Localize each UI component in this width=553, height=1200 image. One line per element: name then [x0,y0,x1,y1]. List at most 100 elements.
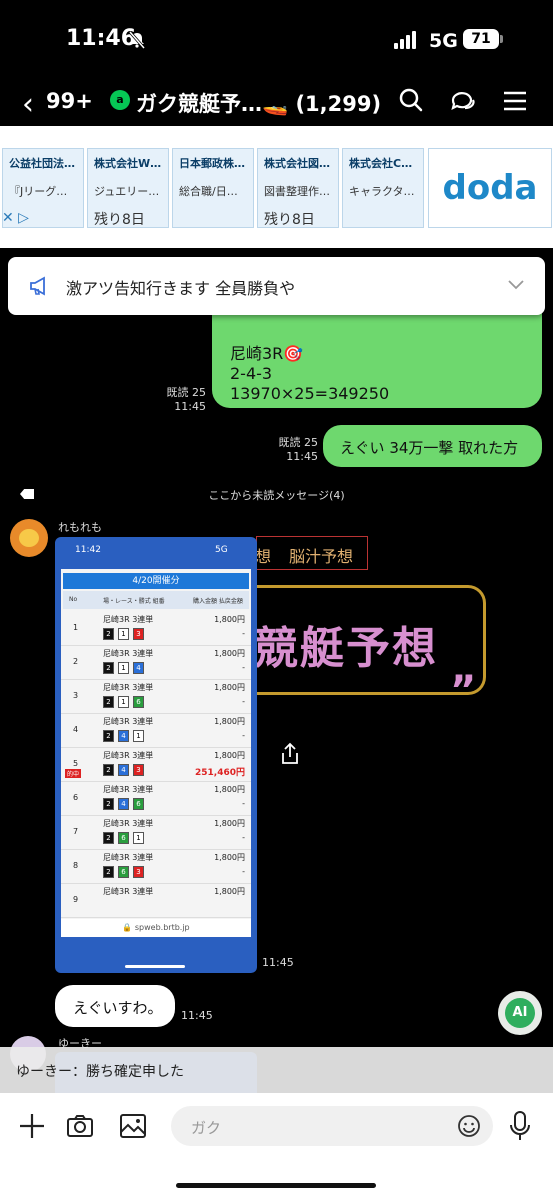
table-row: 5 的中 尼崎3R 3連単 2 4 3 1,800円 251,460円 [61,747,251,782]
boat-number-badge: 3 [133,628,144,640]
share-icon[interactable] [279,742,301,766]
row-amount: 1,800円 [214,683,245,692]
row-amount: 1,800円 [214,649,245,658]
shot-url: spweb.brtb.jp [134,923,190,932]
row-combo: 243 [103,764,148,776]
microphone-icon[interactable] [508,1110,532,1142]
row-combo: 213 [103,628,148,640]
table-row: 6 尼崎3R 3連単 2 4 6 1,800円 - [61,781,251,816]
row-combo: 261 [103,832,148,844]
search-icon[interactable] [396,86,426,116]
chat-bubbles-icon[interactable] [448,86,478,116]
preview-text: ゆーきー：勝ち確定申した [16,1064,184,1080]
hit-badge: 的中 [65,769,82,778]
ad-card[interactable]: 株式会社C… キャラクタ… [342,148,424,228]
boat-number-badge: 2 [103,764,114,776]
menu-icon[interactable] [500,86,530,116]
row-race: 尼崎3R 3連単 [103,853,154,862]
row-no: 1 [73,623,79,632]
battery-tip [500,35,503,43]
chat-title[interactable]: ガク競艇予…🚤 (1,299) [136,88,381,118]
message-time: 11:45 [174,400,206,413]
table-row: 7 尼崎3R 3連単 2 6 1 1,800円 - [61,815,251,850]
back-chevron-icon[interactable]: ‹ [22,87,34,122]
ad-deadline: 残り8日 [94,212,145,228]
ad-company: 日本郵政株… [179,157,245,170]
ad-card[interactable]: 日本郵政株… 総合職/日… [172,148,254,228]
message-time: 11:45 [286,450,318,463]
row-amount: 1,800円 [214,785,245,794]
table-row: 8 尼崎3R 3連単 2 6 3 1,800円 - [61,849,251,884]
table-header: 4/20開催分 [63,573,249,589]
row-race: 尼崎3R 3連単 [103,717,154,726]
table-row: 1 尼崎3R 3連単 2 1 3 1,800円 - [61,611,251,646]
message-input[interactable]: ガク [171,1106,493,1146]
message-bubble-outgoing[interactable]: えぐい 34万一撃 取れた方 [323,425,542,467]
row-race: 尼崎3R 3連単 [103,887,154,896]
message-text: えぐいすわ。 [73,999,163,1017]
ad-card[interactable]: 株式会社W… ジュエリー… 残り8日 [87,148,169,228]
image-icon[interactable] [119,1112,147,1140]
ad-deadline: 残り8日 [264,212,315,228]
ai-button[interactable]: AI [498,991,542,1035]
ad-card[interactable]: 株式会社図… 図書整理作… 残り8日 [257,148,339,228]
signal-icon [394,30,418,49]
avatar[interactable] [10,519,48,557]
unread-count[interactable]: 99+ [46,89,93,113]
quote-mark: ” [450,668,477,714]
row-payout: - [242,833,245,842]
camera-icon[interactable] [66,1112,94,1140]
chevron-down-icon[interactable] [507,279,525,291]
row-amount: 1,800円 [214,853,245,862]
col-header: No [69,596,78,603]
announcement-bar[interactable]: 激アツ告知行きます 全員勝負や [8,257,545,315]
boat-number-badge: 1 [118,662,129,674]
row-payout: - [242,731,245,740]
ad-desc: ジュエリー… [94,185,160,198]
boat-number-badge: 3 [133,764,144,776]
row-payout: - [242,697,245,706]
boat-number-badge: 6 [118,832,129,844]
doda-logo[interactable]: doda [428,148,552,228]
message-bubble-outgoing[interactable]: 尼崎3R🎯 2-4-3 13970×25=349250 [212,300,542,408]
message-bubble-incoming[interactable]: えぐいすわ。 [55,985,175,1027]
boat-number-badge: 4 [118,730,129,742]
table-col-headers: No 場・レース・勝式 組番 購入金額 払戻金額 [63,591,249,609]
official-account-badge: a [110,90,130,110]
boat-number-badge: 1 [118,628,129,640]
ad-desc: 図書整理作… [264,185,330,198]
boat-number-badge: 1 [118,696,129,708]
row-race: 尼崎3R 3連単 [103,751,154,760]
unread-divider: ここから未読メッセージ(4) [208,489,345,502]
boat-number-badge: 2 [103,730,114,742]
row-amount: 1,800円 [214,887,245,896]
plus-icon[interactable] [18,1112,46,1140]
home-indicator [176,1183,376,1188]
ad-company: 株式会社図… [264,157,330,170]
col-header: 場・レース・勝式 組番 [103,598,165,605]
row-no: 9 [73,895,79,904]
row-combo: 263 [103,866,148,878]
bell-slash-icon [128,31,146,49]
row-no: 4 [73,725,79,734]
ad-close-icon[interactable]: ✕ ▷ [2,210,29,226]
row-payout: - [242,867,245,876]
ad-company: 公益社団法… [9,157,75,170]
ad-company: 株式会社C… [349,157,413,170]
input-placeholder: ガク [191,1119,222,1137]
row-no: 3 [73,691,79,700]
message-preview-bar[interactable]: ゆーきー：勝ち確定申した [0,1047,553,1093]
row-payout: 251,460円 [195,768,245,778]
row-race: 尼崎3R 3連単 [103,649,154,658]
read-receipt: 既読 25 [278,436,319,449]
boat-number-badge: 6 [118,866,129,878]
screenshot-image[interactable]: 11:42 5G 4/20開催分 No 場・レース・勝式 組番 購入金額 払戻金… [55,537,257,973]
boat-number-badge: 6 [133,696,144,708]
boat-number-badge: 3 [133,866,144,878]
emoji-icon[interactable] [457,1114,481,1138]
table-row: 2 尼崎3R 3連単 2 1 4 1,800円 - [61,645,251,680]
row-no: 5 [73,759,79,768]
row-payout: - [242,799,245,808]
background-title: 競艇予想 [256,623,438,674]
row-combo: 214 [103,662,148,674]
